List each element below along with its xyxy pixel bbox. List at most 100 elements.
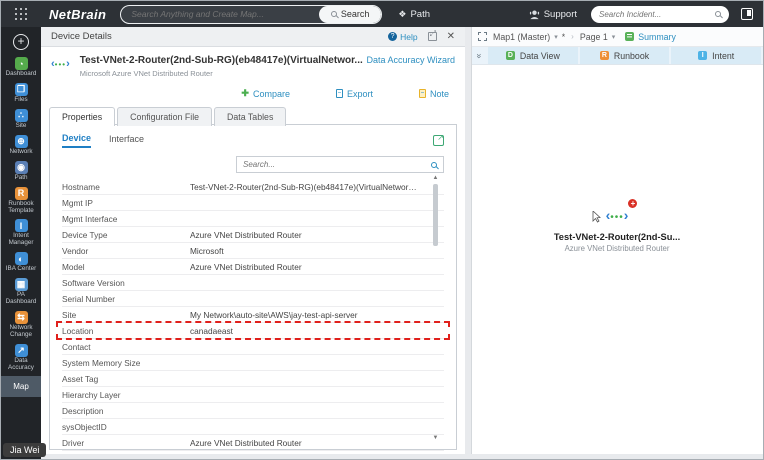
- scroll-down-icon[interactable]: ▼: [432, 435, 439, 441]
- map-device-name: Test-VNet-2-Router(2nd-Su...: [553, 232, 681, 242]
- note-button[interactable]: Note: [418, 88, 449, 99]
- property-search-icon[interactable]: [431, 161, 437, 168]
- intent-manager-icon: I: [14, 219, 28, 233]
- app-launcher-icon[interactable]: [1, 7, 41, 21]
- close-icon[interactable]: ✕: [447, 31, 455, 42]
- device-name: Test-VNet-2-Router(2nd-Sub-RG)(eb48417e)…: [79, 55, 363, 66]
- map-device-type: Azure VNet Distributed Router: [564, 244, 670, 253]
- help-link[interactable]: Help: [388, 32, 418, 42]
- modified-marker: *: [561, 31, 566, 42]
- sidebar-item[interactable]: ↗ Data Accuracy: [1, 341, 41, 374]
- property-search-input[interactable]: [243, 160, 431, 169]
- data-accuracy-icon: ↗: [14, 343, 28, 357]
- popout-icon[interactable]: [427, 29, 437, 41]
- top-bar: NetBrain Search ❖ Path Support: [1, 1, 763, 27]
- properties-content: Device Interface Hostname Test-VNet-2-Ro…: [49, 124, 457, 451]
- open-new-window-icon[interactable]: [433, 133, 444, 146]
- left-sidebar: + ◔ Dashboard ❐ Files ∴ Site ⊕ Network ◉…: [1, 27, 41, 459]
- tab[interactable]: Configuration File: [117, 107, 213, 126]
- property-row: Hierarchy Layer: [62, 387, 444, 403]
- global-search-input[interactable]: [121, 9, 319, 19]
- summary-link[interactable]: Summary: [638, 32, 676, 42]
- netbrain-logo: NetBrain: [49, 6, 107, 22]
- property-row: Location canadaeast: [56, 321, 450, 340]
- property-row: Driver Azure VNet Distributed Router: [62, 435, 444, 451]
- page-dropdown[interactable]: Page 1: [580, 32, 608, 42]
- compare-button[interactable]: ✚ Compare: [241, 88, 290, 99]
- map-device-icon[interactable]: ‹•••› +: [592, 199, 638, 228]
- sidebar-item[interactable]: ⊕ Network: [1, 132, 41, 158]
- property-row: sysObjectID: [62, 419, 444, 435]
- map-tab[interactable]: I Intent: [671, 47, 762, 64]
- export-icon: [335, 89, 343, 98]
- property-row: Site My Network\auto-site\AWS\jay-test-a…: [62, 307, 444, 323]
- sidebar-item[interactable]: ❐ Files: [1, 80, 41, 106]
- runbook-template-icon: R: [14, 186, 28, 200]
- property-row: Hostname Test-VNet-2-Router(2nd-Sub-RG)(…: [62, 179, 444, 195]
- window-mode-icon[interactable]: [741, 8, 753, 20]
- map-device-node[interactable]: ‹•••› + Test-VNet-2-Router(2nd-Su... Azu…: [517, 199, 717, 253]
- device-details-panel: Device Details Help ✕ ‹•••› Test-VNet-2-…: [41, 27, 465, 454]
- sidebar-item[interactable]: ⇆ Network Change: [1, 308, 41, 341]
- sidebar-item-map[interactable]: Map: [1, 375, 41, 397]
- property-row: Mgmt Interface: [62, 211, 444, 227]
- files-icon: ❐: [14, 82, 28, 96]
- chevron-down-icon[interactable]: ▾: [612, 33, 616, 41]
- support-menu[interactable]: Support: [529, 9, 577, 20]
- map-tab[interactable]: R Runbook: [579, 47, 670, 64]
- map-canvas[interactable]: ‹•••› + Test-VNet-2-Router(2nd-Su... Azu…: [472, 65, 763, 454]
- sidebar-item[interactable]: ◔ Dashboard: [1, 54, 41, 80]
- path-menu[interactable]: ❖ Path: [398, 9, 430, 20]
- table-scrollbar[interactable]: ▲ ▼: [432, 175, 439, 441]
- global-search: Search: [120, 4, 383, 24]
- scroll-up-icon[interactable]: ▲: [432, 175, 439, 181]
- sidebar-item[interactable]: ∴ Site: [1, 106, 41, 132]
- tab[interactable]: Data Tables: [214, 107, 287, 126]
- sidebar-item[interactable]: I Intent Manager: [1, 216, 41, 249]
- property-row: Contact: [62, 339, 444, 355]
- chevron-down-icon[interactable]: ▾: [554, 33, 558, 41]
- collapse-chevron-icon[interactable]: »: [472, 47, 488, 64]
- map-tab[interactable]: D Data View: [488, 47, 578, 64]
- incident-search-input[interactable]: [599, 9, 715, 19]
- add-new-icon[interactable]: +: [13, 34, 29, 50]
- sidebar-item[interactable]: R Runbook Template: [1, 184, 41, 217]
- property-row: Description: [62, 403, 444, 419]
- property-search: [236, 156, 444, 173]
- data-accuracy-wizard-link[interactable]: Data Accuracy Wizard: [366, 55, 455, 78]
- export-button[interactable]: Export: [335, 88, 373, 99]
- breadcrumb-separator: ›: [571, 32, 574, 41]
- property-row: Vendor Microsoft: [62, 243, 444, 259]
- device-summary: ‹•••› Test-VNet-2-Router(2nd-Sub-RG)(eb4…: [41, 47, 465, 82]
- sidebar-item[interactable]: ▦ PA Dashboard: [1, 275, 41, 308]
- device-icon: ‹•••›: [51, 58, 70, 70]
- map-tool-tabs: » D Data View R Runbook I Intent: [472, 47, 763, 65]
- note-icon: [418, 89, 426, 98]
- property-row: Asset Tag: [62, 371, 444, 387]
- property-row: Model Azure VNet Distributed Router: [62, 259, 444, 275]
- device-details-header: Device Details Help ✕: [41, 27, 465, 47]
- incident-search-icon[interactable]: [715, 11, 721, 17]
- subtab[interactable]: Interface: [109, 134, 144, 147]
- sidebar-item[interactable]: ◉ Path: [1, 158, 41, 184]
- property-subtabs: Device Interface: [50, 125, 456, 148]
- device-actions: ✚ Compare Export Note: [41, 82, 465, 107]
- iba-center-icon: ◐: [14, 252, 28, 266]
- scrollbar-thumb[interactable]: [433, 184, 438, 246]
- sidebar-item[interactable]: ◐ IBA Center: [1, 249, 41, 275]
- search-button[interactable]: Search: [318, 5, 382, 23]
- map-name-dropdown[interactable]: Map1 (Master): [493, 32, 550, 42]
- intent-icon: I: [698, 51, 708, 60]
- property-row: Software Version: [62, 275, 444, 291]
- tab[interactable]: Properties: [49, 107, 116, 127]
- property-row: Mgmt IP: [62, 195, 444, 211]
- property-row: Device Type Azure VNet Distributed Route…: [62, 227, 444, 243]
- expand-map-icon[interactable]: [478, 32, 487, 41]
- mouse-cursor-icon: [592, 211, 601, 223]
- summary-icon: [625, 32, 635, 41]
- runbook-icon: R: [599, 51, 609, 60]
- dashboard-icon: ◔: [14, 57, 28, 70]
- device-details-tabs: Properties Configuration File Data Table…: [41, 107, 465, 127]
- network-icon: ⊕: [14, 134, 28, 148]
- subtab[interactable]: Device: [62, 133, 92, 148]
